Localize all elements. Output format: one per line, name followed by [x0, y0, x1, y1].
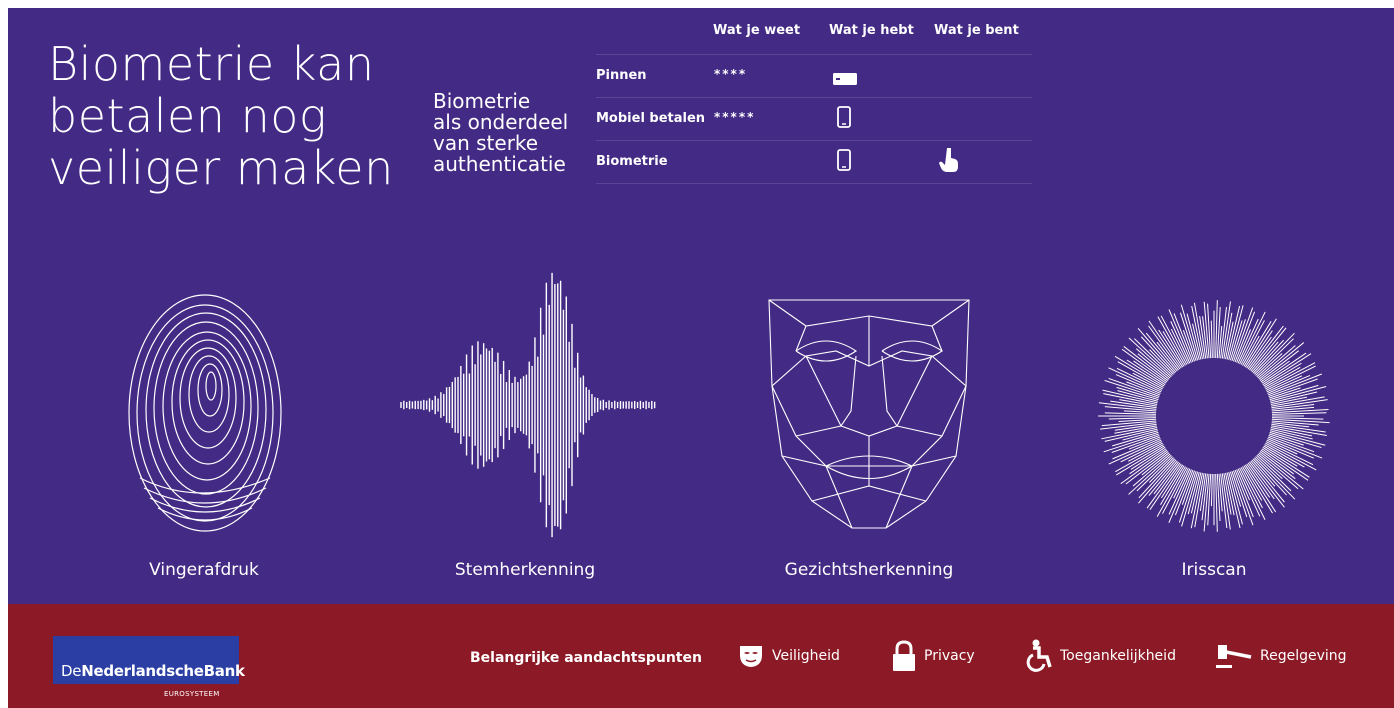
lock-icon: [893, 640, 915, 671]
caption-vingerafdruk: Vingerafdruk: [149, 560, 259, 580]
subtitle-line-3: van sterke: [433, 131, 539, 155]
logo-text: DeNederlandscheBank: [61, 662, 245, 680]
point-label: Toegankelijkheid: [1060, 648, 1176, 664]
title-line-2: betalen nog: [48, 89, 327, 143]
iris-line: [1210, 473, 1213, 507]
caption-gezichtsherkenning: Gezichtsherkenning: [784, 560, 954, 580]
card-icon: [833, 70, 857, 89]
point-label: Regelgeving: [1260, 648, 1347, 664]
logo-text-de: De: [61, 662, 82, 680]
iris-line: [1122, 430, 1159, 441]
caption-irisscan: Irisscan: [1181, 560, 1247, 580]
points-label: Belangrijke aandachtspunten: [470, 650, 702, 666]
row-label: Biometrie: [596, 154, 668, 169]
caption-stemherkenning: Stemherkenning: [454, 560, 596, 580]
subtitle-line-2: als onderdeel: [433, 110, 569, 134]
iris-line: [1123, 410, 1157, 414]
iris-line: [1215, 473, 1218, 532]
point-toegankelijkheid[interactable]: Toegankelijkheid: [1026, 636, 1176, 676]
wheelchair-icon: [1026, 639, 1052, 672]
face-mesh-icon: [766, 296, 972, 536]
gavel-icon: [1216, 645, 1252, 668]
fingerprint-icon: [120, 288, 290, 542]
point-veiligheid[interactable]: Veiligheid: [738, 636, 840, 676]
point-regelgeving[interactable]: Regelgeving: [1216, 636, 1347, 676]
iris-icon: [1096, 298, 1332, 538]
pin-stars: *****: [714, 110, 756, 124]
finger-touch-icon: [939, 147, 959, 177]
iris-line: [1104, 412, 1157, 415]
table-row: Pinnen ****: [596, 55, 1032, 98]
authentication-table: Wat je weet Wat je hebt Wat je bent Pinn…: [596, 22, 1032, 184]
table-row: Mobiel betalen *****: [596, 98, 1032, 141]
iris-line: [1215, 300, 1218, 359]
dnb-logo[interactable]: DeNederlandscheBank: [53, 636, 245, 684]
row-label: Pinnen: [596, 68, 647, 83]
point-label: Privacy: [924, 648, 975, 664]
subtitle-line-1: Biometrie: [433, 89, 531, 113]
title-line-1: Biometrie kan: [48, 37, 375, 91]
iris-line: [1271, 417, 1324, 420]
iris-line: [1194, 473, 1205, 528]
page-title: Biometrie kan betalen nog veiliger maken: [48, 38, 428, 194]
title-line-3: veiliger maken: [48, 141, 394, 195]
iris-line: [1210, 320, 1213, 359]
iris-line: [1108, 417, 1157, 420]
hero-panel: Biometrie kan betalen nog veiliger maken…: [8, 8, 1394, 604]
table-row: Biometrie: [596, 141, 1032, 184]
soundwave-icon: [393, 260, 663, 554]
iris-line: [1255, 338, 1294, 376]
column-header-hebt: Wat je hebt: [829, 23, 914, 38]
row-label: Mobiel betalen: [596, 111, 706, 126]
biometric-figures: [8, 248, 1394, 548]
iris-line: [1258, 342, 1305, 380]
iris-line: [1134, 338, 1173, 376]
phone-icon: [837, 106, 851, 132]
table-header: Wat je weet Wat je hebt Wat je bent: [596, 22, 1032, 55]
logo-text-main: NederlandscheBank: [81, 662, 245, 680]
pin-stars: ****: [714, 67, 748, 81]
column-header-bent: Wat je bent: [934, 23, 1019, 38]
footer: DeNederlandscheBank EUROSYSTEEM Belangri…: [8, 604, 1394, 708]
iris-line: [1271, 412, 1327, 415]
point-privacy[interactable]: Privacy: [892, 636, 975, 676]
subtitle: Biometrie als onderdeel van sterke authe…: [433, 91, 593, 175]
iris-line: [1138, 458, 1176, 499]
subtitle-line-4: authenticatie: [433, 152, 566, 176]
logo-subtitle: EUROSYSTEEM: [164, 690, 220, 698]
mask-icon: [740, 646, 762, 667]
phone-icon: [837, 149, 851, 175]
point-label: Veiligheid: [772, 648, 840, 664]
iris-line: [1137, 328, 1177, 373]
column-header-weet: Wat je weet: [713, 23, 801, 38]
